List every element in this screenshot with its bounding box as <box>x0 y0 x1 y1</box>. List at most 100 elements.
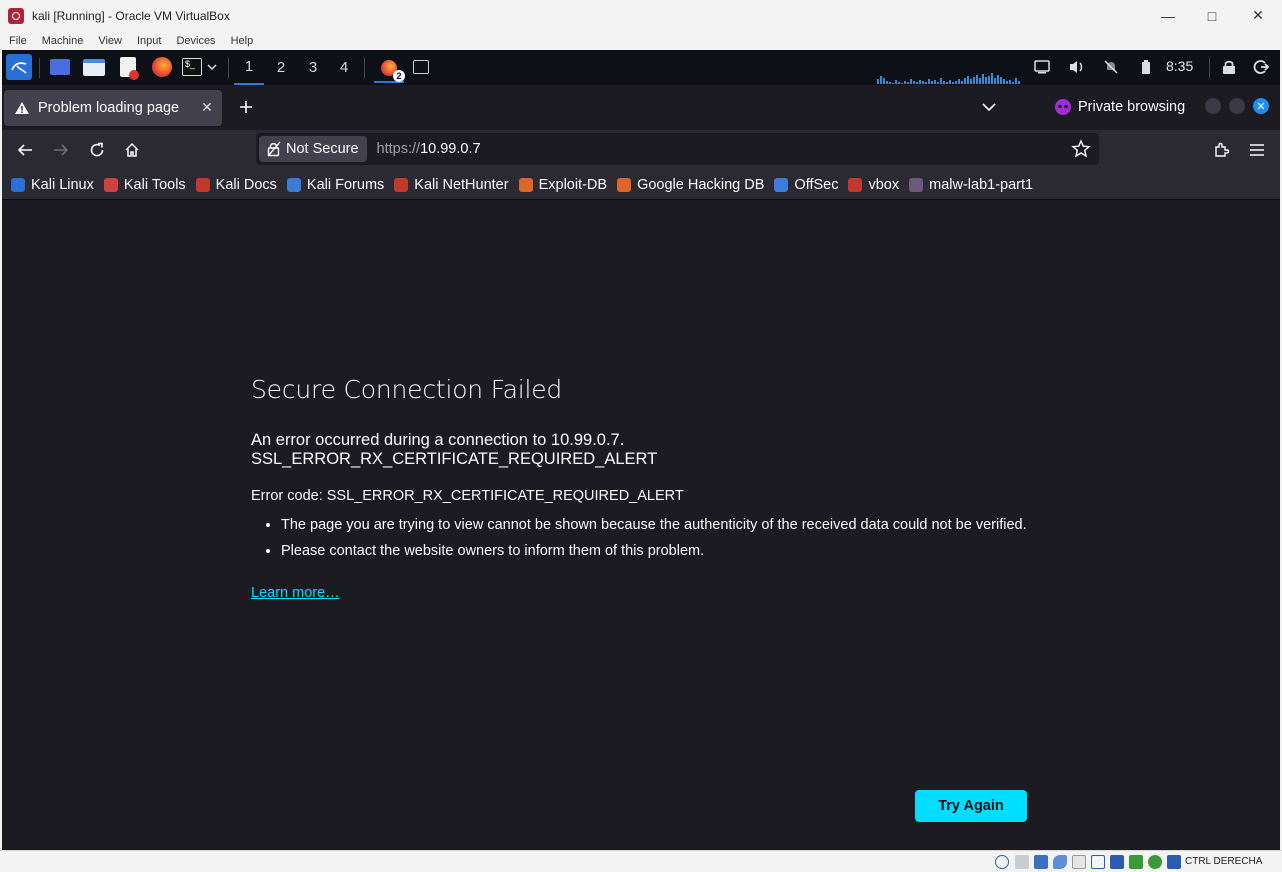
menu-view[interactable]: View <box>98 35 122 47</box>
bookmark-favicon-icon <box>286 177 301 192</box>
bookmark-label: malw-lab1-part1 <box>929 176 1034 193</box>
chevron-down-icon[interactable] <box>204 56 220 78</box>
menu-input[interactable]: Input <box>137 35 161 47</box>
workspace-4[interactable]: 4 <box>329 50 359 85</box>
firefox-task-icon[interactable]: 2 <box>374 55 405 83</box>
terminal-icon[interactable]: $_ <box>181 56 203 78</box>
bookmark-item[interactable]: Google Hacking DB <box>617 177 764 193</box>
minimize-icon[interactable]: — <box>1145 0 1191 31</box>
bookmark-label: Kali NetHunter <box>414 176 509 193</box>
bookmark-item[interactable]: Kali Docs <box>195 177 277 193</box>
bookmark-label: Kali Tools <box>123 176 186 193</box>
error-container: Secure Connection Failed An error occurr… <box>251 375 1031 822</box>
list-all-tabs-button[interactable] <box>977 97 1001 117</box>
menu-help[interactable]: Help <box>231 35 254 47</box>
network-icon[interactable] <box>1034 855 1048 869</box>
error-title: Secure Connection Failed <box>251 375 563 404</box>
bookmark-label: Google Hacking DB <box>637 176 765 193</box>
display-icon[interactable] <box>1031 56 1053 78</box>
window-maximize-button[interactable] <box>1229 98 1245 114</box>
terminal-task-icon[interactable] <box>410 56 432 78</box>
tab-close-icon[interactable]: ✕ <box>198 98 216 116</box>
url-text[interactable]: https://10.99.0.7 <box>377 141 481 157</box>
learn-more-link[interactable]: Learn more… <box>251 585 340 601</box>
bookmark-favicon-icon <box>11 177 25 192</box>
optical-drive-icon[interactable] <box>995 855 1009 869</box>
panel-separator <box>364 58 365 78</box>
volume-icon[interactable] <box>1066 56 1088 78</box>
virtualbox-statusbar: CTRL DERECHA <box>0 850 1282 872</box>
workspace-2[interactable]: 2 <box>266 50 296 85</box>
forward-button[interactable] <box>49 138 73 162</box>
close-icon[interactable]: ✕ <box>1235 0 1281 31</box>
forward-arrow-icon <box>54 144 69 156</box>
audio-icon[interactable] <box>1015 855 1029 869</box>
extensions-button[interactable] <box>1210 138 1234 162</box>
workspace-1[interactable]: 1 <box>234 50 264 85</box>
list-item: The page you are trying to view cannot b… <box>281 516 1031 535</box>
guest-additions-icon[interactable] <box>1148 855 1162 869</box>
text-editor-icon[interactable] <box>117 56 139 80</box>
private-mask-icon <box>1055 99 1071 115</box>
bookmark-item[interactable]: Kali Forums <box>286 176 385 193</box>
puzzle-icon <box>1215 142 1230 157</box>
url-bar[interactable]: Not Secure https://10.99.0.7 <box>256 133 1099 165</box>
display-status-icon[interactable] <box>1091 855 1105 869</box>
bookmark-item[interactable]: Kali NetHunter <box>394 176 509 193</box>
bookmark-favicon-icon <box>103 177 118 192</box>
bookmark-item[interactable]: vbox <box>848 177 899 193</box>
workspace-3[interactable]: 3 <box>298 50 328 85</box>
new-tab-button[interactable] <box>234 95 258 119</box>
reload-button[interactable] <box>85 138 109 162</box>
cpu-status-icon[interactable] <box>1129 855 1143 869</box>
bookmark-favicon-icon <box>774 177 789 192</box>
logout-icon[interactable] <box>1250 56 1272 78</box>
tab-problem-loading[interactable]: Problem loading page ✕ <box>4 90 222 126</box>
kali-menu-icon[interactable] <box>6 54 32 80</box>
bookmark-item[interactable]: malw-lab1-part1 <box>909 177 1033 193</box>
notifications-muted-icon[interactable] <box>1100 56 1122 78</box>
site-security-button[interactable]: Not Secure <box>259 136 367 162</box>
bookmark-item[interactable]: Exploit-DB <box>518 177 607 193</box>
bookmark-favicon-icon <box>848 177 863 192</box>
vm-display[interactable]: $_ 1 2 3 4 2 8:35 Problem loading page ✕… <box>2 50 1280 850</box>
bookmark-favicon-icon <box>518 177 533 192</box>
lock-icon[interactable] <box>1218 56 1240 78</box>
app-menu-button[interactable] <box>1245 138 1269 162</box>
window-close-button[interactable]: ✕ <box>1253 98 1269 114</box>
error-details-list: The page you are trying to view cannot b… <box>281 516 1031 561</box>
window-count-badge: 2 <box>393 70 405 82</box>
bookmark-star-button[interactable] <box>1071 139 1091 159</box>
usb-icon[interactable] <box>1053 855 1067 869</box>
bookmark-item[interactable]: OffSec <box>774 177 838 193</box>
desktop-icon[interactable] <box>49 56 71 78</box>
bookmark-item[interactable]: Kali Tools <box>103 176 186 193</box>
bookmark-favicon-icon <box>617 177 632 192</box>
bookmark-favicon-icon <box>909 177 924 192</box>
clock[interactable]: 8:35 <box>1166 58 1193 74</box>
bookmark-label: Kali Forums <box>306 176 385 193</box>
recording-icon[interactable] <box>1110 855 1124 869</box>
private-browsing-indicator: Private browsing <box>1055 95 1185 119</box>
try-again-button[interactable]: Try Again <box>915 790 1027 822</box>
window-minimize-button[interactable] <box>1205 98 1221 114</box>
window-title: kali [Running] - Oracle VM VirtualBox <box>32 8 230 23</box>
home-button[interactable] <box>120 138 144 162</box>
plus-icon <box>240 101 252 113</box>
firefox-icon[interactable] <box>151 56 173 78</box>
maximize-icon[interactable]: □ <box>1189 0 1235 31</box>
panel-separator <box>228 58 229 78</box>
menu-machine[interactable]: Machine <box>42 35 84 47</box>
back-button[interactable] <box>13 138 37 162</box>
bookmark-item[interactable]: Kali Linux <box>11 177 94 193</box>
shared-folders-icon[interactable] <box>1072 855 1086 869</box>
mouse-integration-icon[interactable] <box>1167 855 1181 869</box>
hamburger-icon <box>1250 144 1264 156</box>
menu-file[interactable]: File <box>9 35 27 47</box>
menu-devices[interactable]: Devices <box>176 35 215 47</box>
host-key-label: CTRL DERECHA <box>1185 856 1263 867</box>
file-manager-icon[interactable] <box>83 56 105 78</box>
warning-icon <box>15 102 29 114</box>
url-scheme: https:// <box>376 141 421 157</box>
tab-title: Problem loading page <box>38 100 180 116</box>
